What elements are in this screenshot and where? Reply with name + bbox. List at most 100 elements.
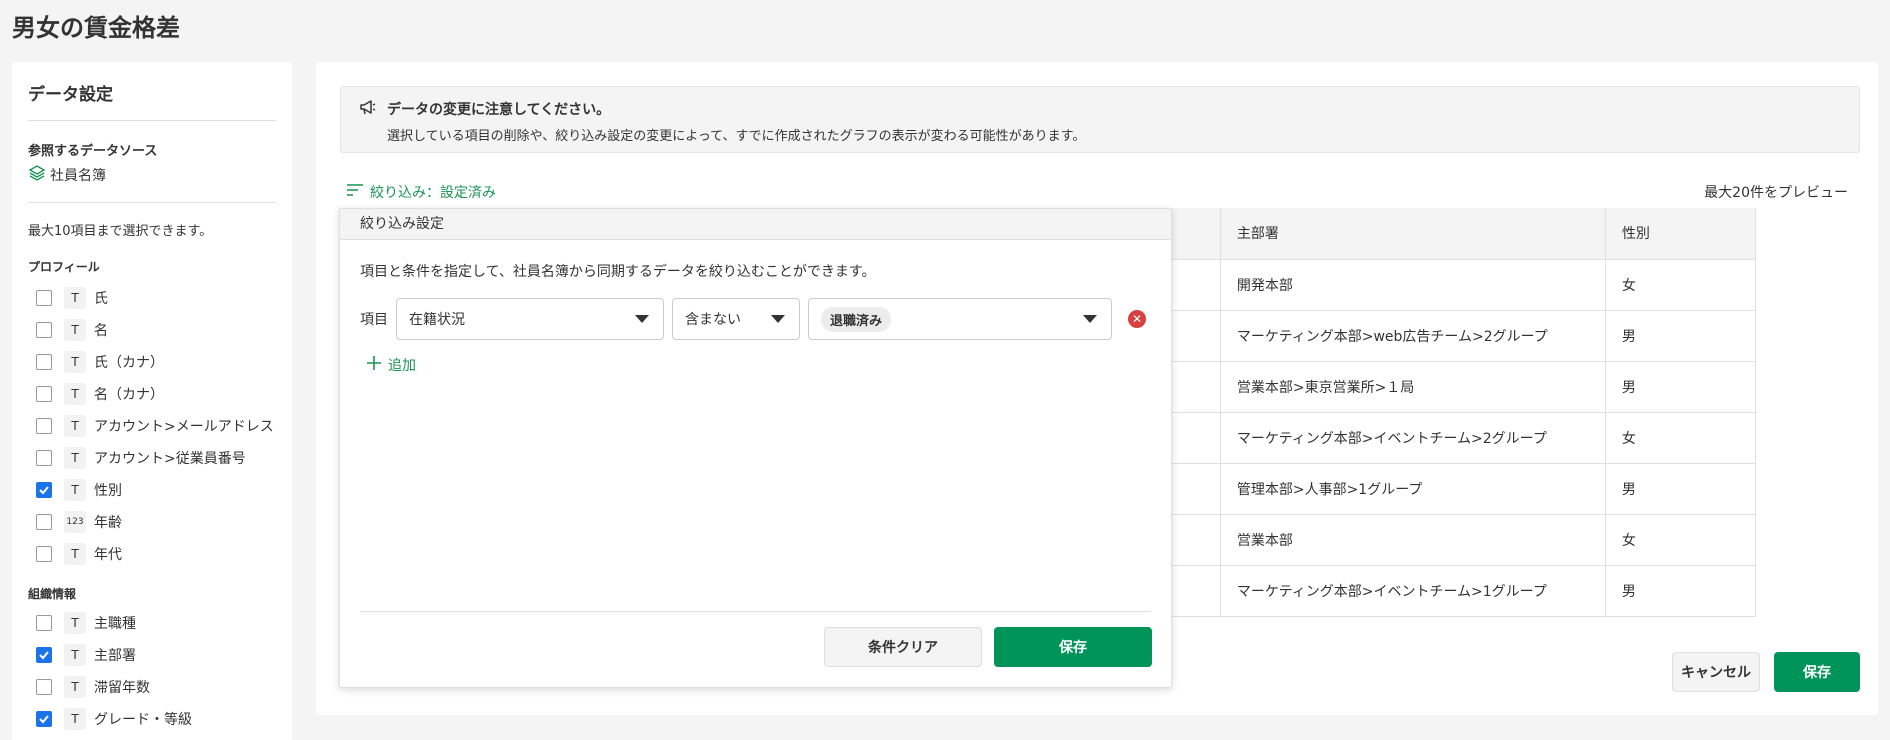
field-label: 氏（カナ） (94, 355, 164, 371)
field-row[interactable]: T 主職種 (36, 611, 136, 635)
field-label: 名（カナ） (94, 387, 164, 403)
checkbox-checked[interactable] (36, 482, 52, 498)
field-row[interactable]: 123 年齢 (36, 510, 122, 534)
caret-down-icon (771, 315, 785, 323)
checkbox[interactable] (36, 418, 52, 434)
cancel-button[interactable]: キャンセル (1672, 652, 1760, 692)
plus-icon (366, 355, 382, 375)
field-label: 名 (94, 323, 108, 339)
table-cell-dept: 営業本部>東京営業所>１局 (1219, 361, 1606, 413)
divider (28, 202, 276, 203)
field-select[interactable]: 在籍状況 (396, 298, 664, 340)
filter-icon (346, 183, 364, 201)
table-cell-sex: 男 (1604, 463, 1757, 515)
table-cell-dept: 営業本部 (1219, 514, 1606, 566)
megaphone-icon (359, 98, 377, 120)
text-type-icon: T (64, 644, 86, 666)
datasource-name: 社員名簿 (50, 168, 106, 184)
table-cell-sex: 女 (1604, 412, 1757, 464)
field-label: 滞留年数 (94, 680, 150, 696)
check-icon (39, 715, 49, 724)
save-button[interactable]: 保存 (1774, 652, 1860, 692)
filter-toggle[interactable]: 絞り込み：設定済み (346, 182, 496, 202)
checkbox[interactable] (36, 386, 52, 402)
field-label: 主部署 (94, 648, 136, 664)
table-cell-dept: 管理本部>人事部>1グループ (1219, 463, 1606, 515)
table-cell-dept: マーケティング本部>イベントチーム>1グループ (1219, 565, 1606, 617)
popup-header: 絞り込み設定 (340, 209, 1171, 240)
field-label: 年代 (94, 547, 122, 563)
close-icon: ✕ (1131, 312, 1143, 326)
filter-popup: 絞り込み設定 項目と条件を指定して、社員名簿から同期するデータを絞り込むことがで… (339, 208, 1172, 688)
clear-conditions-button[interactable]: 条件クリア (824, 627, 982, 667)
field-row[interactable]: T氏 (36, 286, 108, 310)
table-cell-sex: 男 (1604, 310, 1757, 362)
field-row[interactable]: T グレード・等級 (36, 707, 192, 731)
caret-down-icon (1083, 315, 1097, 323)
checkbox[interactable] (36, 450, 52, 466)
panel-title: データ設定 (28, 85, 113, 105)
number-type-icon: 123 (64, 511, 86, 533)
datasource-icon (28, 164, 46, 186)
data-settings-panel: データ設定 参照するデータソース 社員名簿 最大10項目まで選択できます。 プロ… (12, 62, 292, 740)
field-row[interactable]: T 名（カナ） (36, 382, 164, 406)
checkbox[interactable] (36, 679, 52, 695)
field-row[interactable]: T 性別 (36, 478, 122, 502)
change-notice: データの変更に注意してください。 選択している項目の削除や、絞り込み設定の変更に… (340, 86, 1860, 153)
checkbox[interactable] (36, 546, 52, 562)
checkbox[interactable] (36, 615, 52, 631)
filter-toggle-label: 絞り込み：設定済み (370, 185, 496, 201)
table-header-dept: 主部署 (1219, 208, 1606, 260)
condition-row-label: 項目 (360, 312, 388, 328)
popup-save-button[interactable]: 保存 (994, 627, 1152, 667)
text-type-icon: T (64, 319, 86, 341)
notice-title: データの変更に注意してください。 (387, 102, 611, 118)
text-type-icon: T (64, 676, 86, 698)
table-header-sex: 性別 (1604, 208, 1757, 260)
field-label: アカウント>メールアドレス (94, 419, 274, 435)
popup-description: 項目と条件を指定して、社員名簿から同期するデータを絞り込むことができます。 (360, 264, 876, 280)
section-title-org: 組織情報 (28, 587, 77, 601)
field-row[interactable]: T アカウント>メールアドレス (36, 414, 274, 438)
checkbox[interactable] (36, 322, 52, 338)
field-select-value: 在籍状況 (409, 312, 465, 328)
table-cell-sex: 男 (1604, 361, 1757, 413)
checkbox-checked[interactable] (36, 711, 52, 727)
text-type-icon: T (64, 415, 86, 437)
add-condition-button[interactable]: 追加 (366, 355, 416, 375)
text-type-icon: T (64, 351, 86, 373)
datasource: 社員名簿 (28, 164, 106, 186)
checkbox[interactable] (36, 514, 52, 530)
check-icon (39, 651, 49, 660)
field-label: 主職種 (94, 616, 136, 632)
field-row[interactable]: T アカウント>従業員番号 (36, 446, 246, 470)
text-type-icon: T (64, 447, 86, 469)
value-select[interactable]: 退職済み (808, 298, 1112, 340)
field-label: グレード・等級 (94, 712, 192, 728)
remove-condition-button[interactable]: ✕ (1128, 310, 1146, 328)
page-title: 男女の賃金格差 (12, 14, 180, 42)
field-label: 氏 (94, 291, 108, 307)
check-icon (39, 486, 49, 495)
field-row[interactable]: T 滞留年数 (36, 675, 150, 699)
table-cell-dept: マーケティング本部>イベントチーム>2グループ (1219, 412, 1606, 464)
text-type-icon: T (64, 708, 86, 730)
checkbox[interactable] (36, 354, 52, 370)
caret-down-icon (635, 315, 649, 323)
field-row[interactable]: T 氏（カナ） (36, 350, 164, 374)
preview-note: 最大20件をプレビュー (1704, 185, 1848, 201)
checkbox[interactable] (36, 290, 52, 306)
text-type-icon: T (64, 543, 86, 565)
table-cell-dept: マーケティング本部>web広告チーム>2グループ (1219, 310, 1606, 362)
divider (28, 120, 276, 121)
text-type-icon: T (64, 287, 86, 309)
field-label: アカウント>従業員番号 (94, 451, 246, 467)
field-row[interactable]: T名 (36, 318, 108, 342)
field-row[interactable]: T 年代 (36, 542, 122, 566)
field-label: 性別 (94, 483, 122, 499)
condition-select[interactable]: 含まない (672, 298, 800, 340)
checkbox-checked[interactable] (36, 647, 52, 663)
field-row[interactable]: T 主部署 (36, 643, 136, 667)
notice-body: 選択している項目の削除や、絞り込み設定の変更によって、すでに作成されたグラフの表… (387, 129, 1086, 144)
value-chip: 退職済み (821, 306, 892, 332)
